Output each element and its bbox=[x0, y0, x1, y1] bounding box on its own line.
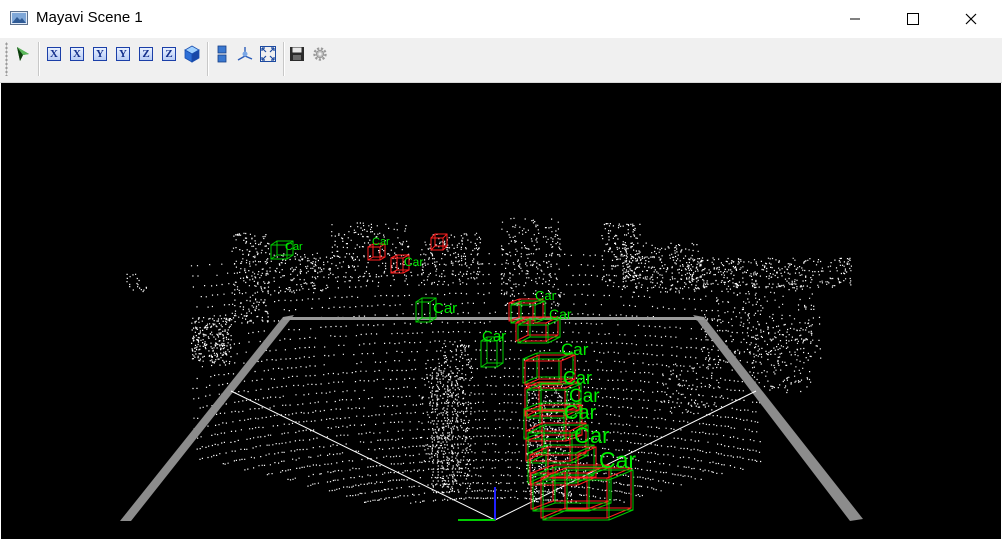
mayavi-pipeline-button[interactable] bbox=[13, 44, 33, 64]
window-title: Mayavi Scene 1 bbox=[36, 9, 143, 26]
save-scene-button[interactable] bbox=[287, 44, 307, 64]
view-z-minus-icon: Z bbox=[162, 47, 176, 61]
fullscreen-icon bbox=[260, 46, 276, 62]
isometric-view-button[interactable] bbox=[182, 44, 202, 64]
car-label: Car bbox=[482, 328, 506, 345]
car-label: Car bbox=[433, 300, 457, 317]
view-z-minus-button[interactable]: Z bbox=[159, 44, 179, 64]
lidar-point-cloud-render: Car CarCarCarCarCarCarCarCarCarCarCarCar bbox=[120, 217, 863, 521]
point-cloud bbox=[126, 217, 852, 504]
gear-icon bbox=[313, 47, 327, 61]
car-label: Car bbox=[574, 423, 609, 448]
maximize-button[interactable] bbox=[884, 0, 942, 38]
view-y-minus-button[interactable]: Y bbox=[113, 44, 133, 64]
car-label: Car bbox=[563, 368, 592, 388]
save-icon bbox=[290, 47, 304, 61]
maximize-icon bbox=[907, 13, 919, 25]
car-label: Car bbox=[561, 340, 589, 359]
view-y-plus-button[interactable]: Y bbox=[90, 44, 110, 64]
origin-axes bbox=[458, 487, 496, 521]
view-y-plus-icon: Y bbox=[93, 47, 107, 61]
car-label: Car bbox=[564, 402, 597, 424]
close-button[interactable] bbox=[942, 0, 1000, 38]
car-label: Car bbox=[535, 288, 557, 303]
toggle-axes-button[interactable] bbox=[235, 44, 255, 64]
field-of-view-frustum bbox=[120, 315, 863, 521]
view-x-minus-icon: X bbox=[70, 47, 84, 61]
parallel-projection-button[interactable] bbox=[212, 44, 232, 64]
full-screen-button[interactable] bbox=[258, 44, 278, 64]
car-label: Car bbox=[372, 236, 390, 248]
car-label: Car bbox=[549, 306, 572, 322]
view-x-minus-button[interactable]: X bbox=[67, 44, 87, 64]
toolbar-separator bbox=[207, 42, 209, 76]
toolbar-separator bbox=[283, 42, 285, 76]
detection-box bbox=[430, 233, 448, 251]
mayavi-render-view[interactable]: Car Car Car Car Car Car Car Car Car Car Car Car Car bbox=[1, 83, 1001, 539]
view-z-plus-button[interactable]: Z bbox=[136, 44, 156, 64]
axes-icon bbox=[237, 47, 253, 61]
car-label: Car bbox=[285, 241, 303, 253]
title-bar: Mayavi Scene 1 bbox=[0, 0, 1002, 38]
mayavi-pipeline-icon bbox=[17, 47, 29, 61]
mayavi-scene-icon bbox=[10, 11, 28, 25]
minimize-icon bbox=[850, 18, 860, 20]
view-y-minus-icon: Y bbox=[116, 47, 130, 61]
minimize-button[interactable] bbox=[826, 0, 884, 38]
parallel-projection-icon bbox=[217, 45, 227, 63]
view-x-plus-icon: X bbox=[47, 47, 61, 61]
configure-scene-button[interactable] bbox=[310, 44, 330, 64]
view-z-plus-icon: Z bbox=[139, 47, 153, 61]
close-icon bbox=[965, 13, 977, 25]
view-x-plus-button[interactable]: X bbox=[44, 44, 64, 64]
cube-icon bbox=[184, 45, 200, 63]
car-label: Car bbox=[599, 447, 636, 473]
toolbar-grip[interactable] bbox=[5, 42, 8, 76]
car-label: Car bbox=[404, 255, 423, 269]
point-cloud-points bbox=[126, 217, 852, 504]
toolbar-separator bbox=[38, 42, 40, 76]
scene-toolbar: X X Y Y Z Z bbox=[0, 38, 1002, 83]
